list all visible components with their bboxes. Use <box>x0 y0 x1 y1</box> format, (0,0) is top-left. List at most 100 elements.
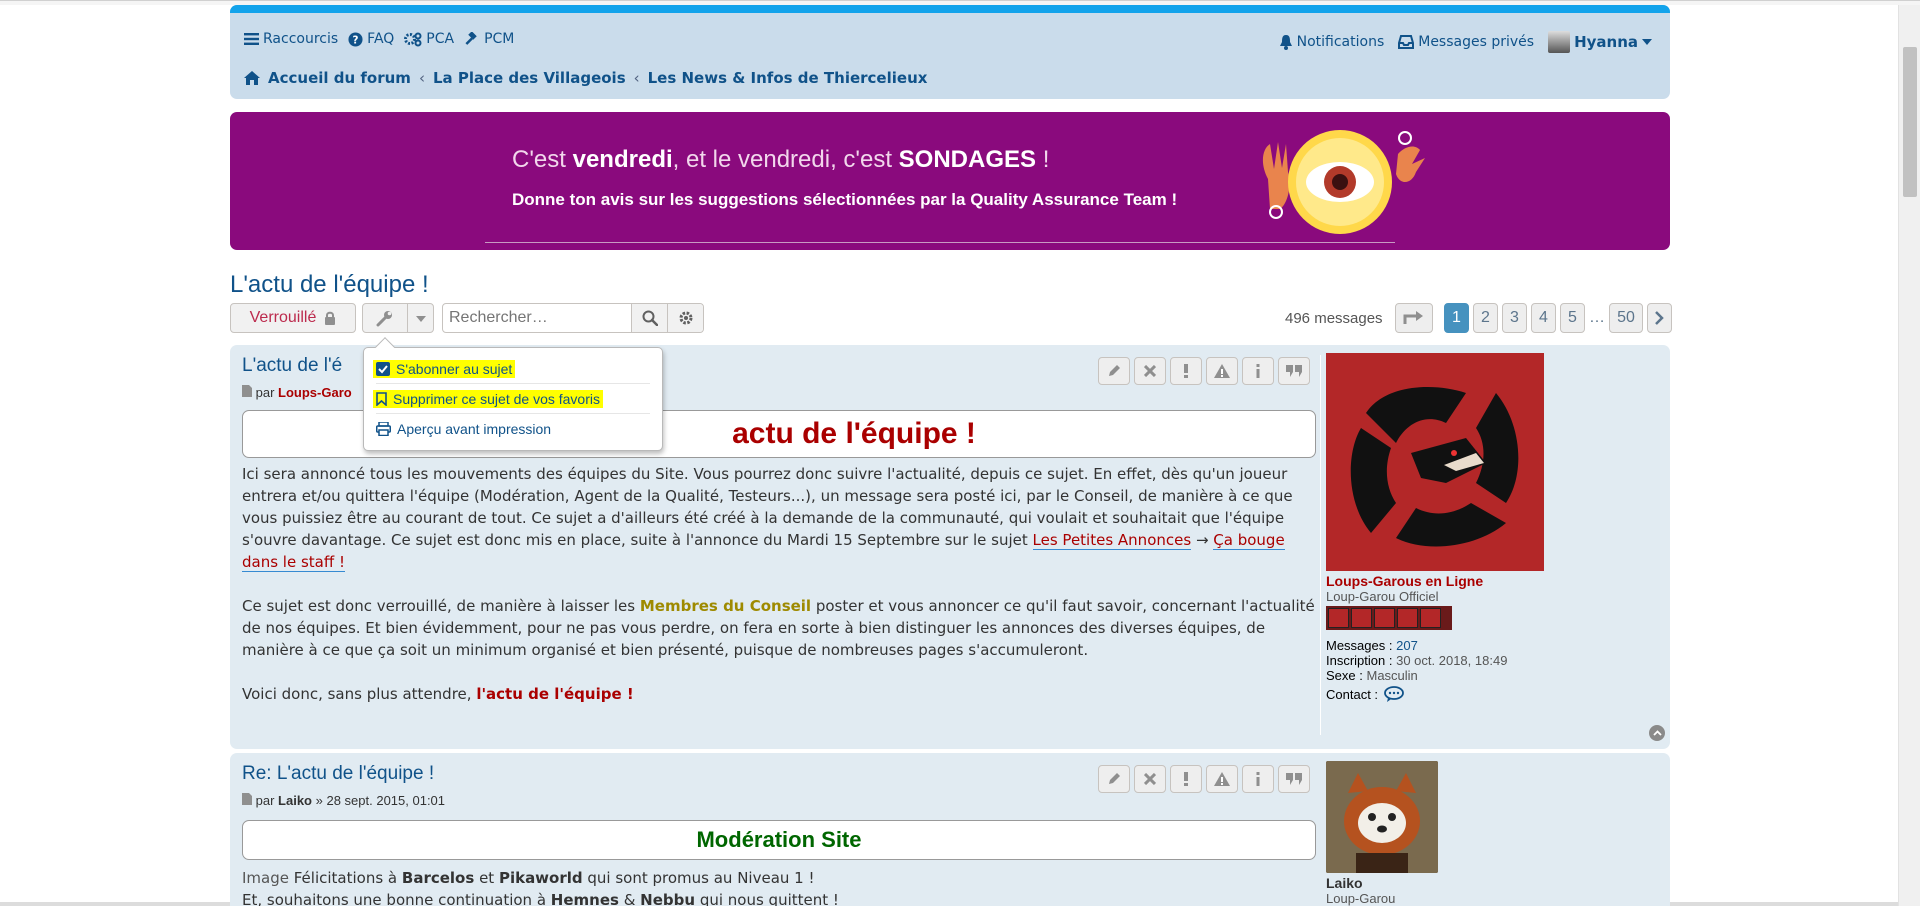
pagination: 1 2 3 4 5 … 50 <box>1444 303 1672 333</box>
print-preview-item[interactable]: Aperçu avant impression <box>376 414 650 444</box>
search-icon <box>642 310 658 326</box>
back-to-top-button[interactable] <box>1649 725 1665 741</box>
faq-link[interactable]: ? FAQ <box>348 31 394 47</box>
delete-button[interactable] <box>1134 765 1166 793</box>
author-sex: Masculin <box>1366 668 1418 683</box>
author-rank: Loup-Garou <box>1326 891 1396 906</box>
question-circle-icon: ? <box>348 31 363 47</box>
tools-split-divider <box>407 304 408 332</box>
file-icon <box>242 385 252 397</box>
report-button[interactable] <box>1206 765 1238 793</box>
post-author[interactable]: Laiko <box>278 793 312 808</box>
speech-bubble-icon[interactable] <box>1384 686 1404 703</box>
print-icon <box>376 422 391 436</box>
breadcrumb: Accueil du forum ‹ La Place des Villageo… <box>244 69 927 87</box>
post-author[interactable]: Loups-Garo <box>278 385 352 400</box>
search-button[interactable] <box>631 304 667 332</box>
message-count: 496 messages <box>1285 310 1383 327</box>
edit-button[interactable] <box>1098 765 1130 793</box>
post-heading: Modération Site <box>696 827 862 852</box>
author-rank: Loup-Garou Officiel <box>1326 589 1439 604</box>
search-input[interactable] <box>443 304 631 332</box>
page-button-4[interactable]: 4 <box>1531 303 1556 333</box>
page-button-5[interactable]: 5 <box>1560 303 1585 333</box>
quote-button[interactable] <box>1278 357 1310 385</box>
pcm-label: PCM <box>484 31 515 47</box>
menu-icon <box>244 33 259 45</box>
warning-triangle-icon <box>1214 772 1230 786</box>
locked-label: Verrouillé <box>249 309 317 326</box>
breadcrumb-separator: ‹ <box>418 69 425 87</box>
page-button-50[interactable]: 50 <box>1609 303 1643 333</box>
quote-button[interactable] <box>1278 765 1310 793</box>
user-menu[interactable]: Hyanna <box>1548 31 1652 53</box>
page-button-2[interactable]: 2 <box>1473 303 1498 333</box>
post-paragraph: Ici sera annoncé tous les mouvements des… <box>242 465 1293 572</box>
highlighted-subscribe: S'abonner au sujet <box>373 359 516 378</box>
remove-bookmark-item[interactable]: Supprimer ce sujet de vos favoris <box>373 384 650 414</box>
topic-tools-button[interactable] <box>362 303 434 333</box>
pca-label: PCA <box>426 31 455 47</box>
post-author-profile: Laiko Loup-Garou <box>1326 761 1656 906</box>
scrollbar-thumb[interactable] <box>1903 47 1917 197</box>
close-icon <box>1144 773 1156 785</box>
banner-subline: Donne ton avis sur les suggestions sélec… <box>512 190 1178 209</box>
post-date: » 28 sept. 2015, 01:01 <box>312 793 446 808</box>
edit-button[interactable] <box>1098 357 1130 385</box>
print-label: Aperçu avant impression <box>397 421 552 437</box>
gear-icon <box>679 311 692 325</box>
post-author-profile: Loups-Garous en Ligne Loup-Garou Officie… <box>1326 353 1656 703</box>
jump-to-page-button[interactable] <box>1395 303 1433 333</box>
info-button[interactable] <box>1242 357 1274 385</box>
pencil-icon <box>1109 365 1120 376</box>
faq-label: FAQ <box>367 31 395 47</box>
breadcrumb-home[interactable]: Accueil du forum <box>268 69 411 87</box>
page-title[interactable]: L'actu de l'équipe ! <box>230 271 429 299</box>
subscribe-topic-item[interactable]: S'abonner au sujet <box>373 354 650 384</box>
info-button[interactable] <box>1242 765 1274 793</box>
caret-down-icon <box>416 316 426 322</box>
shortcuts-link[interactable]: Raccourcis <box>244 31 338 47</box>
notifications-link[interactable]: Notifications <box>1279 34 1384 50</box>
inbox-icon <box>1398 35 1415 49</box>
sondages-banner[interactable]: C'est vendredi, et le vendredi, c'est SO… <box>230 112 1670 250</box>
delete-button[interactable] <box>1134 357 1166 385</box>
lock-icon <box>325 311 336 325</box>
caret-down-icon <box>1642 39 1652 45</box>
next-page-button[interactable] <box>1647 303 1672 333</box>
level-down-arrow-icon <box>1403 311 1423 324</box>
warn-button[interactable] <box>1170 357 1202 385</box>
breadcrumb-category[interactable]: La Place des Villageois <box>433 69 626 87</box>
page-button-3[interactable]: 3 <box>1502 303 1527 333</box>
page-button-1[interactable]: 1 <box>1444 303 1469 333</box>
topic-tools-dropdown: S'abonner au sujet Supprimer ce sujet de… <box>363 337 663 451</box>
post-actions <box>1098 357 1310 385</box>
file-icon <box>242 793 252 805</box>
warning-triangle-icon <box>1214 364 1230 378</box>
pca-link[interactable]: PCA <box>404 31 454 47</box>
post-paragraph: Ce sujet est donc verrouillé, de manière… <box>242 597 1315 659</box>
user-avatar <box>1548 31 1571 53</box>
post-title[interactable]: L'actu de l'é <box>242 355 342 377</box>
breadcrumb-forum[interactable]: Les News & Infos de Thiercelieux <box>648 69 928 87</box>
post-heading-box: Modération Site <box>242 820 1316 860</box>
pcm-link[interactable]: PCM <box>464 31 514 47</box>
post-byline: par Laiko » 28 sept. 2015, 01:01 <box>242 793 445 808</box>
post-title[interactable]: Re: L'actu de l'équipe ! <box>242 763 434 785</box>
werewolf-logo-icon <box>1350 387 1519 547</box>
navbar-accent-bar <box>230 5 1670 13</box>
report-button[interactable] <box>1206 357 1238 385</box>
warn-button[interactable] <box>1170 765 1202 793</box>
author-avatar[interactable] <box>1326 761 1438 873</box>
private-messages-link[interactable]: Messages privés <box>1398 34 1534 50</box>
author-name[interactable]: Loups-Garous en Ligne <box>1326 573 1656 589</box>
author-name[interactable]: Laiko <box>1326 875 1656 891</box>
locked-button[interactable]: Verrouillé <box>230 303 356 333</box>
advanced-search-button[interactable] <box>667 304 703 332</box>
author-avatar[interactable] <box>1326 353 1544 571</box>
author-post-count[interactable]: 207 <box>1396 638 1418 653</box>
subscribe-label: S'abonner au sujet <box>396 360 513 377</box>
petites-annonces-link[interactable]: Les Petites Annonces <box>1032 531 1192 550</box>
quick-links: Raccourcis ? FAQ PCA PCM <box>244 31 514 47</box>
banner-headline: C'est vendredi, et le vendredi, c'est SO… <box>512 146 1050 173</box>
